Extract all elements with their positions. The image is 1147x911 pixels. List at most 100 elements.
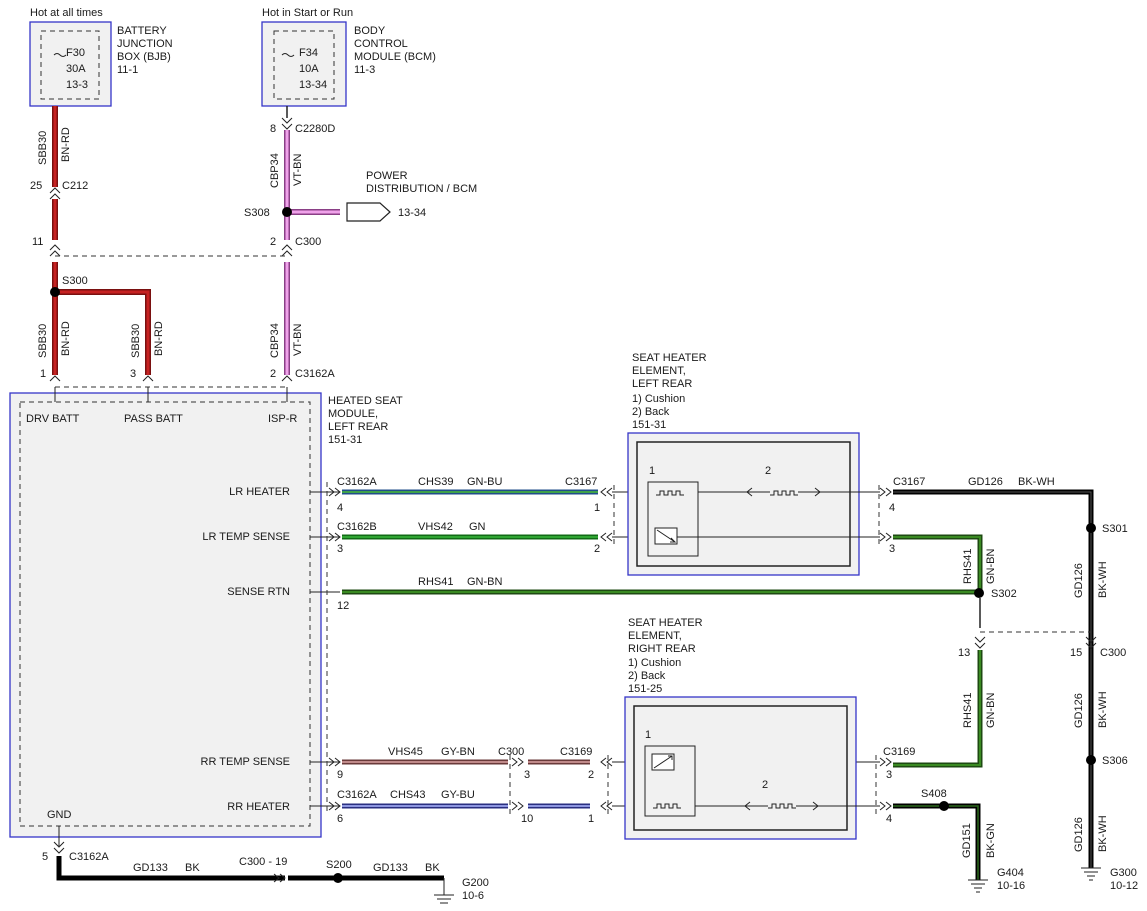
label-gd126-h: GD126 (968, 476, 1003, 488)
pin-2-c3162a: 2 (270, 368, 276, 380)
bjb-fuse-box: F30 30A 13-3 (29, 21, 112, 107)
power-dist-title-2: DISTRIBUTION / BCM (366, 183, 477, 195)
label-gn: GN (469, 521, 486, 533)
label-sbb30-drv: SBB30 (37, 324, 49, 358)
c3167-label-l: C3167 (565, 476, 597, 488)
s302-label: S302 (991, 588, 1017, 600)
heater-right-num-1: 1 (645, 729, 651, 741)
pin-rr-heater: RR HEATER (227, 801, 290, 813)
pin-sense-rtn: SENSE RTN (227, 586, 290, 598)
pin-2-c3169: 2 (588, 769, 594, 781)
pin-1-drv: 1 (40, 368, 46, 380)
label-bkwh-v1: BK-WH (1097, 561, 1109, 598)
label-gybu: GY-BU (441, 789, 475, 801)
label-gnbn-v2: GN-BN (985, 693, 997, 729)
heated-seat-module (9, 392, 322, 838)
heater-right-item-2: 2) Back (628, 670, 666, 682)
bjb-title-3: BOX (BJB) (117, 51, 171, 63)
heater-right-title-2: ELEMENT, (628, 630, 682, 642)
bcm-title-2: CONTROL (354, 38, 408, 50)
pin-9: 9 (337, 769, 343, 781)
module-title-1: HEATED SEAT (328, 395, 403, 407)
s306-label: S306 (1102, 755, 1128, 767)
pin-2-c3167: 2 (594, 543, 600, 555)
ground-symbol-g200 (434, 894, 454, 904)
wire-gd126 (893, 489, 1094, 868)
heater-left-item-2: 2) Back (632, 406, 670, 418)
c3162a-label-top: C3162A (295, 368, 335, 380)
heater-left-title-2: ELEMENT, (632, 365, 686, 377)
c3162a-label-gnd: C3162A (69, 851, 109, 863)
bjb-fuse-amps: 30A (66, 63, 86, 75)
label-chs39: CHS39 (418, 476, 453, 488)
heater-right-page: 151-25 (628, 683, 662, 695)
pin-15: 15 (1070, 647, 1082, 659)
c2280d-label: C2280D (295, 123, 335, 135)
label-rhs41-v1: RHS41 (962, 549, 974, 584)
heater-left-title-1: SEAT HEATER (632, 352, 707, 364)
splice-s301 (1086, 523, 1096, 533)
label-sbb30-pass: SBB30 (130, 324, 142, 358)
power-dist-arrow (346, 202, 391, 222)
label-vtbn-top: VT-BN (292, 154, 304, 186)
pin-rr-temp-sense: RR TEMP SENSE (201, 756, 290, 768)
splice-s300 (50, 287, 60, 297)
c3162a-label-rr: C3162A (337, 789, 377, 801)
bjb-title-2: JUNCTION (117, 38, 173, 50)
pin-lr-temp-sense: LR TEMP SENSE (202, 531, 290, 543)
pin-4-c3167-r: 4 (889, 502, 895, 514)
s200-label: S200 (326, 859, 352, 871)
c300-label-top: C300 (295, 236, 321, 248)
s301-label: S301 (1102, 523, 1128, 535)
connector-c300-drv (49, 244, 61, 257)
splice-s308 (282, 207, 292, 217)
pin-6: 6 (337, 813, 343, 825)
pin-lr-heater: LR HEATER (229, 486, 290, 498)
g404-ref: 10-16 (997, 880, 1025, 892)
label-cbp34-bot: CBP34 (269, 323, 281, 358)
wiring-diagram: Hot at all times F30 30A 13-3 BATTERY JU… (9, 7, 1138, 904)
bcm-fuse-ref: 13-34 (299, 79, 327, 91)
label-vtbn-bot: VT-BN (292, 324, 304, 356)
label-bnrd-drv: BN-RD (60, 321, 72, 356)
pin-3-c3167-r: 3 (889, 543, 895, 555)
connector-c300-isp (281, 244, 293, 257)
pin-12: 12 (337, 600, 349, 612)
label-gnbn-rtn: GN-BN (467, 576, 503, 588)
pin-3-c3169-r: 3 (886, 769, 892, 781)
c3167-label-r: C3167 (893, 476, 925, 488)
power-dist-ref: 13-34 (398, 207, 426, 219)
connector-c212 (49, 187, 61, 200)
pin-1-c3167: 1 (594, 502, 600, 514)
label-gnbu: GN-BU (467, 476, 503, 488)
label-gd133-1: GD133 (133, 862, 168, 874)
c300-label-gnd: C300 (1100, 647, 1126, 659)
label-gd133-2: GD133 (373, 862, 408, 874)
g200-label: G200 (462, 877, 489, 889)
label-bkwh-h: BK-WH (1018, 476, 1055, 488)
heater-right-item-1: 1) Cushion (628, 657, 681, 669)
splice-s306 (1086, 755, 1096, 765)
label-bkwh-v3: BK-WH (1097, 815, 1109, 852)
c212-label: C212 (62, 180, 88, 192)
label-bnrd-top: BN-RD (60, 127, 72, 162)
bcm-title-3: MODULE (BCM) (354, 51, 436, 63)
pin-3-lr: 3 (337, 543, 343, 555)
heater-right-title-1: SEAT HEATER (628, 617, 703, 629)
connector-c3162a-top (281, 375, 293, 382)
bjb-fuse-label: F30 (66, 47, 85, 59)
bcm-header: Hot in Start or Run (262, 7, 353, 19)
pin-4-c3169-r: 4 (886, 813, 892, 825)
ground-symbol-g404 (968, 879, 988, 893)
label-cbp34-top: CBP34 (269, 153, 281, 188)
pin-3-pass: 3 (130, 368, 136, 380)
label-gd151: GD151 (961, 823, 973, 858)
pin-1-c3169: 1 (588, 813, 594, 825)
g200-ref: 10-6 (462, 890, 484, 902)
connector-c2280d (281, 117, 293, 130)
connector-c300-s302 (974, 636, 986, 649)
g300-label: G300 (1110, 867, 1137, 879)
label-gd126-v3: GD126 (1073, 817, 1085, 852)
c3169-label-l: C3169 (560, 746, 592, 758)
bcm-fuse-box: F34 10A 13-34 (261, 21, 347, 107)
